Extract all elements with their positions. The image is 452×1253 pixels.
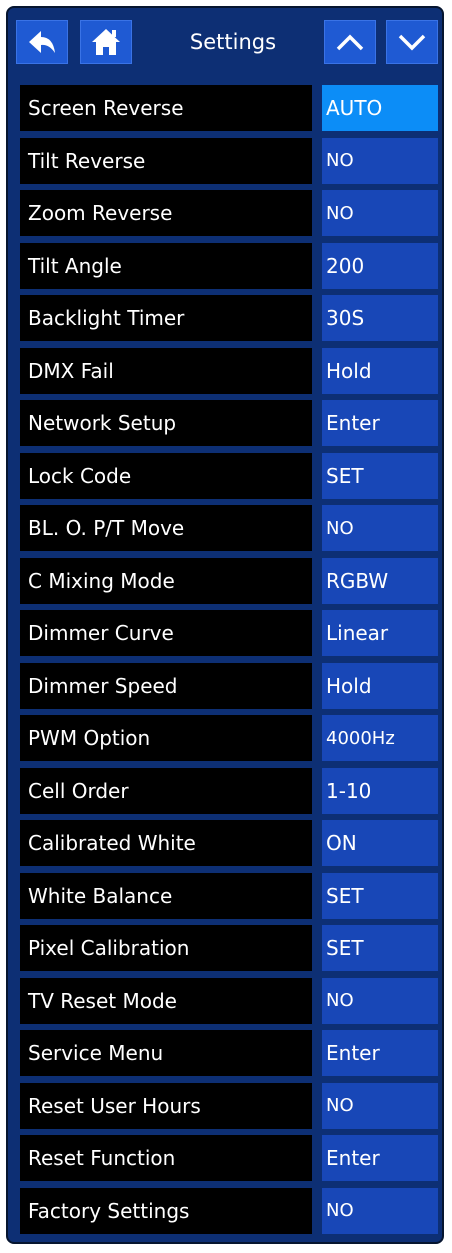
setting-value[interactable]: Linear [322,610,438,656]
header-bar: Settings [16,14,440,66]
setting-row-service-menu: Service Menu Enter [20,1028,440,1081]
setting-row-pwm-option: PWM Option 4000Hz [20,713,440,766]
setting-value[interactable]: NO [322,1082,438,1129]
setting-value[interactable]: Enter [322,1030,438,1076]
setting-value[interactable]: NO [322,505,438,551]
setting-value[interactable]: Enter [322,1135,438,1181]
chevron-down-icon [397,32,427,52]
setting-value[interactable]: Hold [322,347,438,394]
setting-row-white-balance: White Balance SET [20,871,440,924]
setting-value[interactable]: 200 [322,242,438,289]
setting-value[interactable]: NO [322,977,438,1024]
setting-value[interactable]: SET [322,872,438,919]
setting-label[interactable]: Network Setup [20,400,312,446]
setting-value[interactable]: SET [322,452,438,499]
setting-row-dimmer-curve: Dimmer Curve Linear [20,608,440,661]
setting-label[interactable]: Tilt Reverse [20,137,312,184]
setting-label[interactable]: PWM Option [20,715,312,761]
setting-label[interactable]: Service Menu [20,1030,312,1076]
back-button[interactable] [16,20,68,64]
setting-row-screen-reverse: Screen Reverse AUTO [20,83,440,136]
setting-value[interactable]: AUTO [322,85,438,131]
page-title: Settings [189,30,277,54]
setting-label[interactable]: Zoom Reverse [20,190,312,236]
setting-row-lock-code: Lock Code SET [20,451,440,504]
setting-row-reset-user-hours: Reset User Hours NO [20,1081,440,1134]
setting-value[interactable]: ON [322,820,438,866]
setting-value[interactable]: 30S [322,295,438,341]
setting-label[interactable]: Dimmer Curve [20,610,312,656]
setting-label[interactable]: TV Reset Mode [20,977,312,1024]
setting-row-bl-o-pt-move: BL. O. P/T Move NO [20,503,440,556]
setting-value[interactable]: RGBW [322,557,438,604]
page-up-button[interactable] [324,20,376,64]
setting-label[interactable]: Tilt Angle [20,242,312,289]
setting-label[interactable]: Reset User Hours [20,1082,312,1129]
setting-row-tilt-angle: Tilt Angle 200 [20,241,440,294]
setting-value[interactable]: NO [322,1187,438,1234]
setting-value[interactable]: SET [322,925,438,971]
setting-value[interactable]: Enter [322,400,438,446]
setting-row-cell-order: Cell Order 1-10 [20,766,440,819]
setting-value[interactable]: Hold [322,662,438,709]
setting-row-c-mixing-mode: C Mixing Mode RGBW [20,556,440,609]
setting-label[interactable]: Lock Code [20,452,312,499]
setting-row-calibrated-white: Calibrated White ON [20,818,440,871]
setting-label[interactable]: Screen Reverse [20,85,312,131]
setting-row-dmx-fail: DMX Fail Hold [20,346,440,399]
setting-value[interactable]: NO [322,190,438,236]
setting-label[interactable]: Dimmer Speed [20,662,312,709]
setting-label[interactable]: Backlight Timer [20,295,312,341]
setting-row-zoom-reverse: Zoom Reverse NO [20,188,440,241]
setting-label[interactable]: White Balance [20,872,312,919]
setting-label[interactable]: Calibrated White [20,820,312,866]
setting-row-pixel-calibration: Pixel Calibration SET [20,923,440,976]
setting-label[interactable]: BL. O. P/T Move [20,505,312,551]
back-arrow-icon [27,29,57,55]
setting-value[interactable]: NO [322,137,438,184]
setting-label[interactable]: Factory Settings [20,1187,312,1234]
setting-value[interactable]: 1-10 [322,767,438,814]
setting-label[interactable]: DMX Fail [20,347,312,394]
setting-label[interactable]: C Mixing Mode [20,557,312,604]
settings-list: Screen Reverse AUTO Tilt Reverse NO Zoom… [20,83,440,1238]
setting-row-backlight-timer: Backlight Timer 30S [20,293,440,346]
setting-row-network-setup: Network Setup Enter [20,398,440,451]
chevron-up-icon [335,32,365,52]
setting-row-tv-reset-mode: TV Reset Mode NO [20,976,440,1029]
home-button[interactable] [80,20,132,64]
setting-label[interactable]: Reset Function [20,1135,312,1181]
home-icon [90,27,122,57]
setting-row-factory-settings: Factory Settings NO [20,1186,440,1239]
setting-label[interactable]: Cell Order [20,767,312,814]
setting-label[interactable]: Pixel Calibration [20,925,312,971]
page-down-button[interactable] [386,20,438,64]
setting-row-tilt-reverse: Tilt Reverse NO [20,136,440,189]
setting-row-reset-function: Reset Function Enter [20,1133,440,1186]
setting-value[interactable]: 4000Hz [322,715,438,761]
setting-row-dimmer-speed: Dimmer Speed Hold [20,661,440,714]
